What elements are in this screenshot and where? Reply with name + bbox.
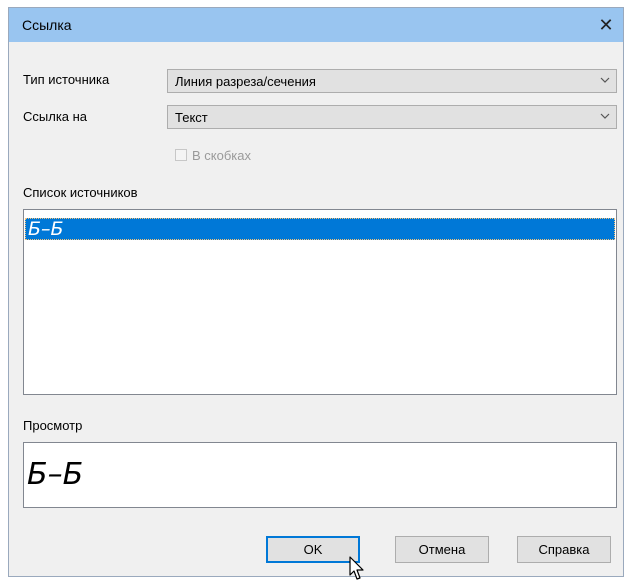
source-type-select[interactable]: Линия разреза/сечения — [167, 69, 617, 93]
reference-label: Ссылка на — [23, 109, 88, 124]
brackets-label: В скобках — [192, 148, 251, 163]
sources-listbox[interactable]: Б–Б — [23, 209, 617, 395]
list-item-text: Б–Б — [28, 218, 64, 240]
list-item[interactable]: Б–Б — [25, 218, 615, 240]
window-title: Ссылка — [22, 17, 72, 33]
help-button-label: Справка — [538, 542, 590, 557]
help-button[interactable]: Справка — [517, 536, 611, 563]
chevron-down-icon — [600, 77, 610, 83]
source-type-value: Линия разреза/сечения — [175, 74, 316, 89]
reference-select[interactable]: Текст — [167, 105, 617, 129]
brackets-checkbox[interactable] — [175, 149, 187, 161]
close-icon: ✕ — [598, 14, 614, 36]
sources-label: Список источников — [23, 185, 138, 200]
preview-box: Б–Б — [23, 442, 617, 508]
link-dialog: Ссылка ✕ Тип источника Линия разреза/сеч… — [8, 7, 624, 580]
ok-button[interactable]: OK — [266, 536, 360, 563]
chevron-down-icon — [600, 113, 610, 119]
preview-label: Просмотр — [23, 418, 83, 433]
cancel-button[interactable]: Отмена — [395, 536, 489, 563]
cancel-button-label: Отмена — [418, 542, 466, 557]
reference-value: Текст — [175, 110, 208, 125]
title-bar[interactable]: Ссылка ✕ — [9, 8, 623, 42]
preview-text: Б–Б — [27, 457, 84, 492]
mouse-cursor-icon — [349, 556, 364, 580]
source-type-label: Тип источника — [23, 72, 110, 87]
ok-button-label: OK — [303, 542, 323, 557]
close-button[interactable]: ✕ — [589, 8, 623, 42]
